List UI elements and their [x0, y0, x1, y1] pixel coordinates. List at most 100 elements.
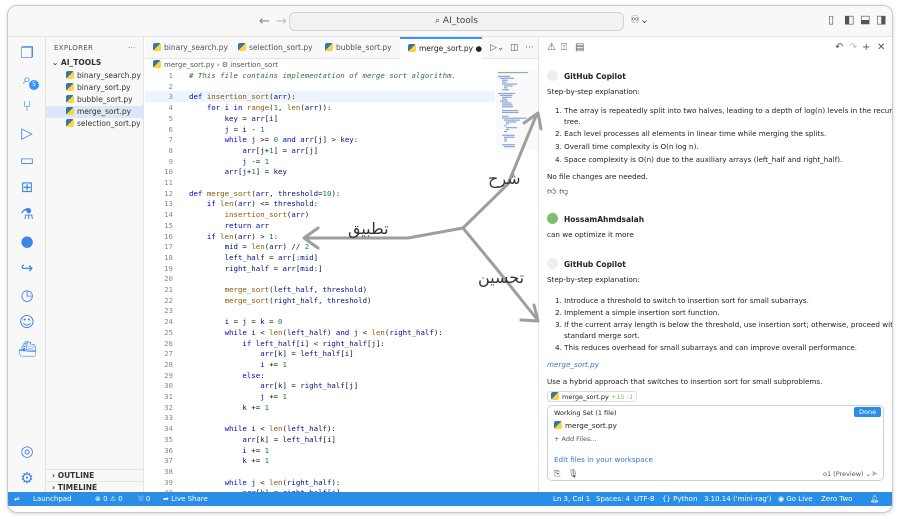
file-selection-sort[interactable]: selection_sort.py — [46, 118, 144, 130]
layout-icon[interactable]: ▯ — [828, 13, 834, 26]
command-center-search[interactable]: ⌕ AI_tools — [289, 12, 624, 31]
file-link[interactable]: merge_sort.py — [547, 360, 599, 369]
file-binary-search[interactable]: binary_search.py — [46, 70, 144, 82]
language-mode[interactable]: {} Python — [662, 492, 697, 506]
breadcrumb-symbol[interactable]: insertion_sort — [230, 61, 278, 69]
code-line[interactable]: 20 — [145, 273, 495, 284]
code-line[interactable]: 16 if len(arr) > 1: — [145, 231, 495, 242]
launchpad[interactable]: Launchpad — [33, 492, 72, 506]
code-line[interactable]: 35 arr[k] = left_half[i] — [145, 434, 495, 445]
attach-context-icon[interactable]: ⍐ — [561, 42, 567, 53]
code-line[interactable]: 39 while j < len(right_half): — [145, 477, 495, 488]
encoding[interactable]: UTF-8 — [634, 492, 654, 506]
settings-gear-icon[interactable]: ⚙ — [18, 469, 36, 487]
breadcrumb-file[interactable]: merge_sort.py — [164, 61, 215, 69]
live-share-icon[interactable]: ↪ — [18, 259, 36, 277]
ports-count[interactable]: ⛆ 0 — [138, 492, 150, 506]
indentation[interactable]: Spaces: 4 — [596, 492, 630, 506]
code-line[interactable]: 24 i = j = k = 0 — [145, 316, 495, 327]
more-actions-icon[interactable]: ··· — [128, 44, 136, 52]
code-line[interactable]: 4 for i in range(1, len(arr)): — [145, 102, 495, 113]
edited-file-chip[interactable]: merge_sort.py +15 -1 — [547, 391, 638, 402]
code-line[interactable]: 29 else: — [145, 370, 495, 381]
code-line[interactable]: 3 def insertion_sort(arr): — [145, 91, 495, 103]
code-line[interactable]: 7 while j >= 0 and arr[j] > key: — [145, 134, 495, 145]
toggle-secondary-sidebar-icon[interactable]: ◨ — [876, 13, 886, 26]
warning-icon[interactable]: ⚠ — [547, 42, 556, 53]
thumbs-up-icon[interactable]: 👍︎ — [547, 187, 556, 197]
code-editor[interactable]: 1 # This file contains implementation of … — [145, 70, 495, 492]
file-binary-sort[interactable]: binary_sort.py — [46, 82, 144, 94]
file-merge-sort[interactable]: merge_sort.py — [46, 106, 144, 118]
tab-binary-search[interactable]: binary_search.py — [145, 37, 230, 59]
copilot-icon[interactable]: ♾⌄ — [630, 13, 649, 26]
code-line[interactable]: 15 return arr — [145, 220, 495, 231]
add-files-button[interactable]: + Add Files... — [554, 435, 597, 443]
folder-ai-tools[interactable]: ⌄ AI_TOOLS — [46, 57, 144, 69]
working-set-file[interactable]: merge_sort.py — [554, 421, 617, 430]
code-line[interactable]: 13 if len(arr) <= threshold: — [145, 198, 495, 209]
thumbs-down-icon[interactable]: 👎︎ — [559, 187, 568, 197]
new-chat-icon[interactable]: + — [862, 42, 870, 53]
more-actions-icon[interactable]: ··· — [517, 37, 534, 59]
copilot-chat-icon[interactable]: ☺ — [18, 313, 36, 331]
attach-icon[interactable]: ⎘ — [554, 469, 560, 479]
code-line[interactable]: 22 merge_sort(right_half, threshold) — [145, 295, 495, 306]
bell-icon[interactable]: 🔔︎ — [870, 492, 879, 506]
code-line[interactable]: 30 arr[k] = right_half[j] — [145, 380, 495, 391]
code-line[interactable]: 31 j += 1 — [145, 391, 495, 402]
code-line[interactable]: 36 i += 1 — [145, 445, 495, 456]
code-line[interactable]: 19 right_half = arr[mid:] — [145, 263, 495, 274]
code-line[interactable]: 1 # This file contains implementation of … — [145, 70, 495, 81]
source-control-icon[interactable]: ⑂ — [18, 97, 36, 115]
toggle-panel-icon[interactable]: ⬓ — [860, 13, 870, 26]
timeline-icon[interactable]: ◷ — [18, 286, 36, 304]
history-icon[interactable]: ▤ — [575, 42, 584, 53]
code-line[interactable]: 2 — [145, 81, 495, 92]
code-line[interactable]: 23 — [145, 305, 495, 316]
redo-icon[interactable]: ↷ — [849, 42, 857, 53]
testing-icon[interactable]: ⚗ — [18, 205, 36, 223]
code-line[interactable]: 5 key = arr[i] — [145, 113, 495, 124]
code-line[interactable]: 34 while i < len(left_half): — [145, 423, 495, 434]
account-icon[interactable]: ◎ — [18, 442, 36, 460]
tab-bubble-sort[interactable]: bubble_sort.py — [317, 37, 400, 59]
model-picker[interactable]: o1 (Preview) ⌄ — [823, 470, 871, 478]
remote-explorer-icon[interactable]: ▭ — [18, 151, 36, 169]
chat-input[interactable]: Edit files in your workspace — [554, 455, 653, 464]
cursor-position[interactable]: Ln 3, Col 1 — [553, 492, 590, 506]
code-line[interactable]: 18 left_half = arr[:mid] — [145, 252, 495, 263]
go-live[interactable]: ◉ Go Live — [778, 492, 813, 506]
code-line[interactable]: 38 — [145, 466, 495, 477]
undo-icon[interactable]: ↶ — [835, 42, 843, 53]
code-line[interactable]: 17 mid = len(arr) // 2 — [145, 241, 495, 252]
code-line[interactable]: 6 j = i - 1 — [145, 124, 495, 135]
code-line[interactable]: 26 if left_half[i] < right_half[j]: — [145, 338, 495, 349]
code-line[interactable]: 32 k += 1 — [145, 402, 495, 413]
run-debug-icon[interactable]: ▷ — [18, 124, 36, 142]
code-line[interactable]: 37 k += 1 — [145, 455, 495, 466]
tab-merge-sort[interactable]: merge_sort.py ● — [400, 37, 482, 59]
docker-icon[interactable]: ⛴ — [18, 340, 37, 358]
code-line[interactable]: 25 while i < len(left_half) and j < len(… — [145, 327, 495, 338]
code-line[interactable]: 28 i += 1 — [145, 359, 495, 370]
live-share[interactable]: ➦ Live Share — [163, 492, 208, 506]
python-interpreter[interactable]: 3.10.14 ('mini-rag') — [704, 492, 772, 506]
forward-arrow-icon[interactable]: → — [276, 14, 287, 29]
back-arrow-icon[interactable]: ← — [259, 14, 270, 29]
code-line[interactable]: 9 j -= 1 — [145, 156, 495, 167]
microphone-icon[interactable]: 🎙︎ — [568, 469, 578, 478]
code-line[interactable]: 8 arr[j+1] = arr[j] — [145, 145, 495, 156]
extensions-icon[interactable]: ⊞ — [18, 178, 36, 196]
zero-two[interactable]: Zero Two — [821, 492, 852, 506]
code-line[interactable]: 10 arr[j+1] = key — [145, 166, 495, 177]
code-line[interactable]: 14 insertion_sort(arr) — [145, 209, 495, 220]
close-icon[interactable]: ✕ — [877, 42, 885, 53]
minimap[interactable] — [496, 70, 538, 150]
outline-section[interactable]: › OUTLINE — [46, 469, 144, 481]
explorer-icon[interactable]: ❐ — [18, 44, 36, 62]
github-icon[interactable]: ● — [18, 232, 36, 250]
send-icon[interactable]: ➤ — [871, 469, 878, 478]
code-line[interactable]: 33 — [145, 412, 495, 423]
code-line[interactable]: 27 arr[k] = left_half[i] — [145, 348, 495, 359]
